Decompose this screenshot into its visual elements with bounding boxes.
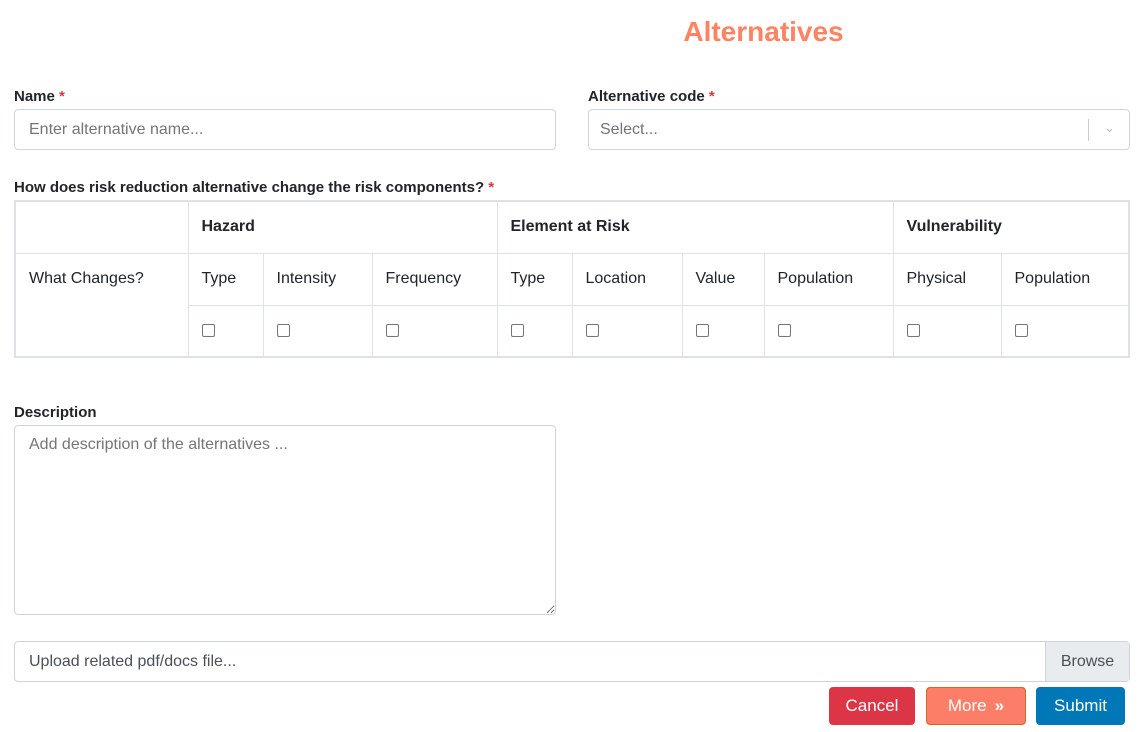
code-label: Alternative code * <box>588 88 715 105</box>
more-button[interactable]: More » <box>926 687 1026 725</box>
page-title: Alternatives <box>683 16 844 47</box>
column-header: Physical <box>892 252 1002 306</box>
description-label: Description <box>14 404 97 421</box>
checkbox-element-location[interactable] <box>585 324 599 338</box>
row-label: What Changes? <box>14 252 189 358</box>
submit-button[interactable]: Submit <box>1036 687 1125 725</box>
risk-components-table: Hazard Element at Risk Vulnerability Wha… <box>14 200 1130 358</box>
column-header: Location <box>571 252 683 306</box>
checkbox-hazard-frequency[interactable] <box>385 324 399 338</box>
checkbox-hazard-intensity[interactable] <box>276 324 290 338</box>
column-header: Value <box>681 252 765 306</box>
name-input[interactable] <box>14 109 556 150</box>
name-label: Name * <box>14 88 65 105</box>
chevron-down-icon: ⌄ <box>1104 120 1115 135</box>
file-upload[interactable]: Upload related pdf/docs file... Browse <box>14 641 1130 682</box>
column-header: Population <box>1000 252 1130 306</box>
checkbox-hazard-type[interactable] <box>201 324 215 338</box>
select-placeholder: Select... <box>600 120 658 138</box>
column-header: Type <box>187 252 264 306</box>
column-header: Frequency <box>371 252 498 306</box>
cancel-button[interactable]: Cancel <box>829 687 915 725</box>
group-vulnerability: Vulnerability <box>892 200 1130 254</box>
alternative-code-select[interactable]: Select... ⌄ <box>588 109 1130 150</box>
description-textarea[interactable] <box>14 425 556 615</box>
column-header: Population <box>763 252 894 306</box>
more-label: More <box>947 696 987 715</box>
group-hazard: Hazard <box>187 200 498 254</box>
column-header: Intensity <box>262 252 373 306</box>
browse-button[interactable]: Browse <box>1045 642 1129 681</box>
column-header: Type <box>496 252 573 306</box>
upload-placeholder: Upload related pdf/docs file... <box>29 652 237 670</box>
checkbox-vulnerability-population[interactable] <box>1014 324 1028 338</box>
checkbox-element-value[interactable] <box>695 324 709 338</box>
question-label: How does risk reduction alternative chan… <box>14 179 495 196</box>
checkbox-element-population[interactable] <box>777 324 791 338</box>
checkbox-vulnerability-physical[interactable] <box>906 324 920 338</box>
select-separator <box>1088 119 1089 141</box>
double-chevron-right-icon: » <box>994 696 1005 715</box>
group-element-at-risk: Element at Risk <box>496 200 894 254</box>
checkbox-element-type[interactable] <box>510 324 524 338</box>
